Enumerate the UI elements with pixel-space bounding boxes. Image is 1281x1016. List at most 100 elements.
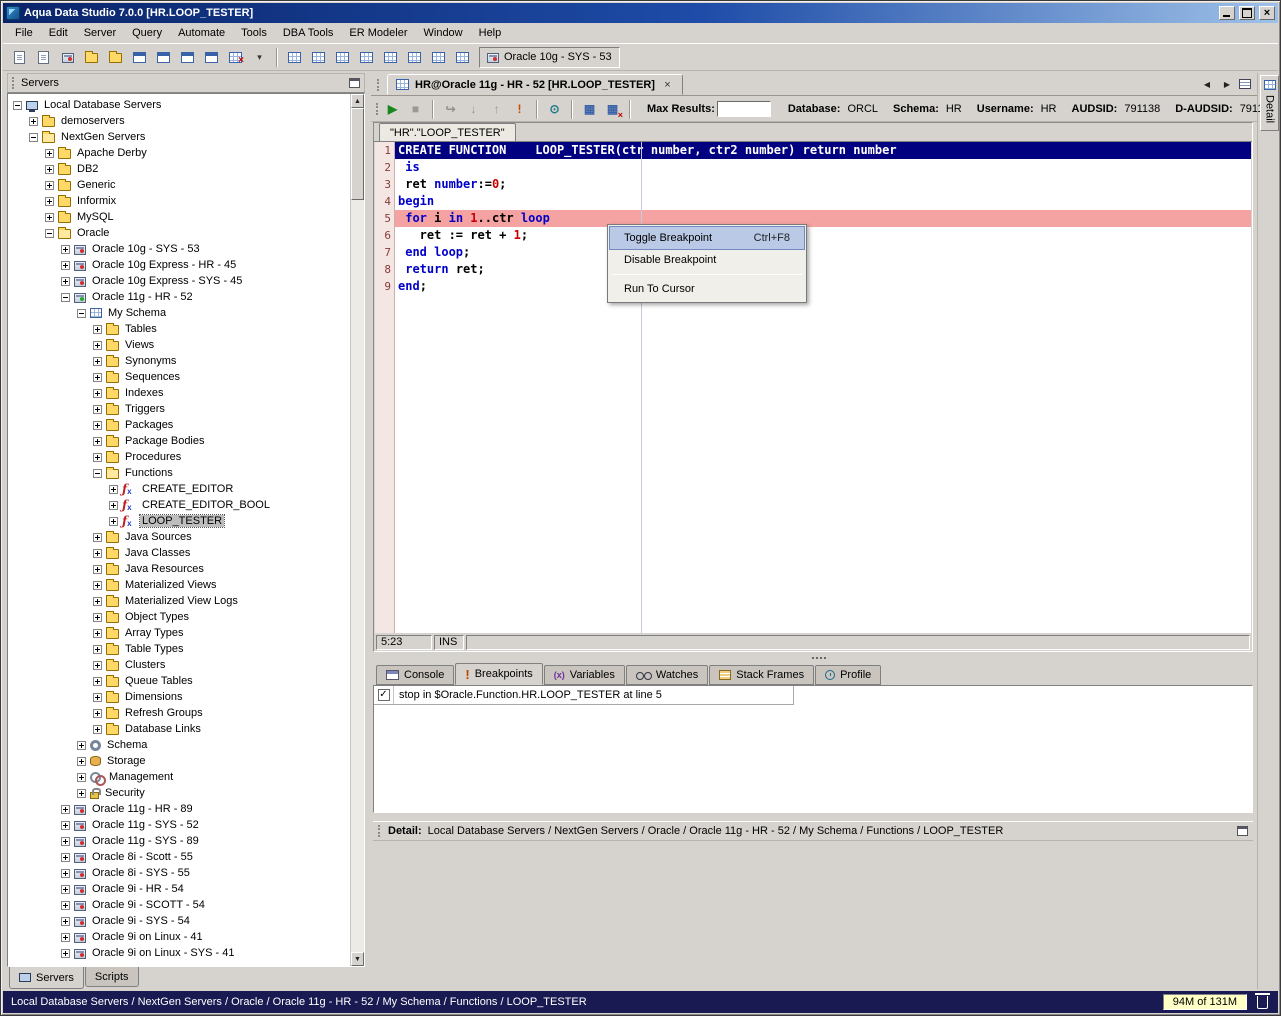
step-into-icon[interactable]: ↓ bbox=[463, 99, 484, 119]
expand-icon[interactable] bbox=[93, 324, 102, 334]
menu-dba-tools[interactable]: DBA Tools bbox=[275, 24, 342, 42]
tree-item[interactable]: Oracle 9i - SCOTT - 54 bbox=[8, 897, 350, 913]
tree-item[interactable]: Management bbox=[8, 769, 350, 786]
tree-item[interactable]: LOOP_TESTER bbox=[8, 513, 350, 529]
tree-item[interactable]: Oracle 11g - HR - 52 bbox=[8, 289, 350, 305]
expand-icon[interactable] bbox=[93, 452, 102, 462]
form-grid-icon[interactable] bbox=[403, 46, 426, 68]
tree-item[interactable]: NextGen Servers bbox=[8, 129, 350, 145]
expand-icon[interactable] bbox=[61, 276, 70, 286]
tree-item[interactable]: Dimensions bbox=[8, 689, 350, 705]
collapse-icon[interactable] bbox=[29, 132, 38, 142]
tree-item[interactable]: Informix bbox=[8, 193, 350, 209]
close-result-grid-icon[interactable]: ▦ × bbox=[602, 99, 623, 120]
document-tab[interactable]: HR@Oracle 11g - HR - 52 [HR.LOOP_TESTER]… bbox=[387, 74, 683, 95]
step-over-icon[interactable]: ↪ bbox=[440, 99, 461, 119]
expand-icon[interactable] bbox=[93, 404, 102, 414]
pivot-grid-icon[interactable] bbox=[331, 46, 354, 68]
tree-item[interactable]: Functions bbox=[8, 465, 350, 481]
tree-item[interactable]: Sequences bbox=[8, 369, 350, 385]
tab-watches[interactable]: Watches bbox=[625, 665, 709, 685]
expand-icon[interactable] bbox=[93, 532, 102, 542]
expand-icon[interactable] bbox=[61, 932, 70, 942]
expand-icon[interactable] bbox=[93, 580, 102, 590]
scrollbar-track[interactable] bbox=[351, 108, 364, 952]
float-panel-icon[interactable] bbox=[349, 78, 360, 88]
commit-icon[interactable]: ⊙ bbox=[544, 99, 565, 119]
tree-item[interactable]: Oracle 11g - HR - 89 bbox=[8, 801, 350, 817]
tree-item[interactable]: Oracle bbox=[8, 225, 350, 241]
collapse-icon[interactable] bbox=[13, 100, 22, 110]
tree-item[interactable]: Oracle 8i - SYS - 55 bbox=[8, 865, 350, 881]
detail-dock-tab[interactable]: Detail bbox=[1260, 75, 1279, 132]
tab-variables[interactable]: Variables bbox=[543, 665, 625, 685]
expand-icon[interactable] bbox=[61, 948, 70, 958]
editor-object-tab[interactable]: "HR"."LOOP_TESTER" bbox=[379, 123, 516, 141]
menu-tools[interactable]: Tools bbox=[233, 24, 275, 42]
new-script-icon[interactable] bbox=[32, 46, 55, 68]
window-vertical-icon[interactable] bbox=[200, 46, 223, 68]
drag-handle-icon[interactable] bbox=[378, 825, 382, 837]
tree-item[interactable]: Array Types bbox=[8, 625, 350, 641]
tree-item[interactable]: Oracle 10g Express - HR - 45 bbox=[8, 257, 350, 273]
tree-item[interactable]: Oracle 11g - SYS - 52 bbox=[8, 817, 350, 833]
expand-icon[interactable] bbox=[61, 868, 70, 878]
schema-browser-icon[interactable] bbox=[80, 46, 103, 68]
tab-breakpoints[interactable]: Breakpoints bbox=[455, 663, 543, 685]
server-combo[interactable]: Oracle 10g - SYS - 53 bbox=[479, 46, 620, 68]
tree-item[interactable]: DB2 bbox=[8, 161, 350, 177]
expand-icon[interactable] bbox=[45, 196, 54, 206]
drag-handle-icon[interactable] bbox=[12, 77, 16, 89]
tree-item[interactable]: My Schema bbox=[8, 305, 350, 321]
expand-icon[interactable] bbox=[93, 708, 102, 718]
tab-stack-frames[interactable]: Stack Frames bbox=[709, 665, 815, 685]
tree-item[interactable]: Security bbox=[8, 785, 350, 801]
tree-item[interactable]: Generic bbox=[8, 177, 350, 193]
tree-item[interactable]: Synonyms bbox=[8, 353, 350, 369]
menu-help[interactable]: Help bbox=[471, 24, 510, 42]
tree-item[interactable]: Indexes bbox=[8, 385, 350, 401]
expand-icon[interactable] bbox=[93, 356, 102, 366]
collapse-icon[interactable] bbox=[61, 292, 70, 302]
expand-icon[interactable] bbox=[61, 852, 70, 862]
horizontal-splitter[interactable] bbox=[373, 653, 1253, 663]
export-grid-icon[interactable] bbox=[355, 46, 378, 68]
expand-icon[interactable] bbox=[93, 548, 102, 558]
tree-item[interactable]: Procedures bbox=[8, 449, 350, 465]
tree-item[interactable]: Packages bbox=[8, 417, 350, 433]
tree-item[interactable]: Clusters bbox=[8, 657, 350, 673]
toolbar-dropdown-button[interactable]: ▾ bbox=[248, 46, 271, 68]
tree-item[interactable]: CREATE_EDITOR bbox=[8, 481, 350, 497]
code-line[interactable]: 7 end loop; bbox=[375, 244, 1251, 261]
panel-tab-scripts[interactable]: Scripts bbox=[84, 967, 139, 987]
maximize-button[interactable] bbox=[1239, 6, 1255, 20]
breakpoint-row[interactable]: ✓ stop in $Oracle.Function.HR.LOOP_TESTER… bbox=[374, 686, 793, 704]
expand-icon[interactable] bbox=[93, 628, 102, 638]
tree-item[interactable]: MySQL bbox=[8, 209, 350, 225]
tree-item[interactable]: Storage bbox=[8, 753, 350, 769]
menu-er-modeler[interactable]: ER Modeler bbox=[341, 24, 415, 42]
expand-icon[interactable] bbox=[93, 596, 102, 606]
expand-icon[interactable] bbox=[77, 756, 86, 766]
close-results-icon[interactable] bbox=[224, 46, 247, 68]
expand-icon[interactable] bbox=[29, 116, 38, 126]
minimize-button[interactable] bbox=[1219, 6, 1235, 20]
expand-icon[interactable] bbox=[61, 836, 70, 846]
expand-icon[interactable] bbox=[61, 820, 70, 830]
tree-item[interactable]: CREATE_EDITOR_BOOL bbox=[8, 497, 350, 513]
expand-icon[interactable] bbox=[93, 692, 102, 702]
tree-item[interactable]: Triggers bbox=[8, 401, 350, 417]
tree-item[interactable]: Apache Derby bbox=[8, 145, 350, 161]
tree-item[interactable]: Java Sources bbox=[8, 529, 350, 545]
menu-edit[interactable]: Edit bbox=[41, 24, 76, 42]
menu-automate[interactable]: Automate bbox=[170, 24, 233, 42]
window-tile-icon[interactable] bbox=[152, 46, 175, 68]
breakpoint-warning-icon[interactable]: ! bbox=[509, 99, 530, 119]
expand-icon[interactable] bbox=[93, 388, 102, 398]
collapse-icon[interactable] bbox=[45, 228, 54, 238]
close-button[interactable]: × bbox=[1259, 6, 1275, 20]
tree-item[interactable]: Oracle 9i - SYS - 54 bbox=[8, 913, 350, 929]
menu-server[interactable]: Server bbox=[76, 24, 124, 42]
tree-item[interactable]: demoservers bbox=[8, 113, 350, 129]
tree-item[interactable]: Refresh Groups bbox=[8, 705, 350, 721]
